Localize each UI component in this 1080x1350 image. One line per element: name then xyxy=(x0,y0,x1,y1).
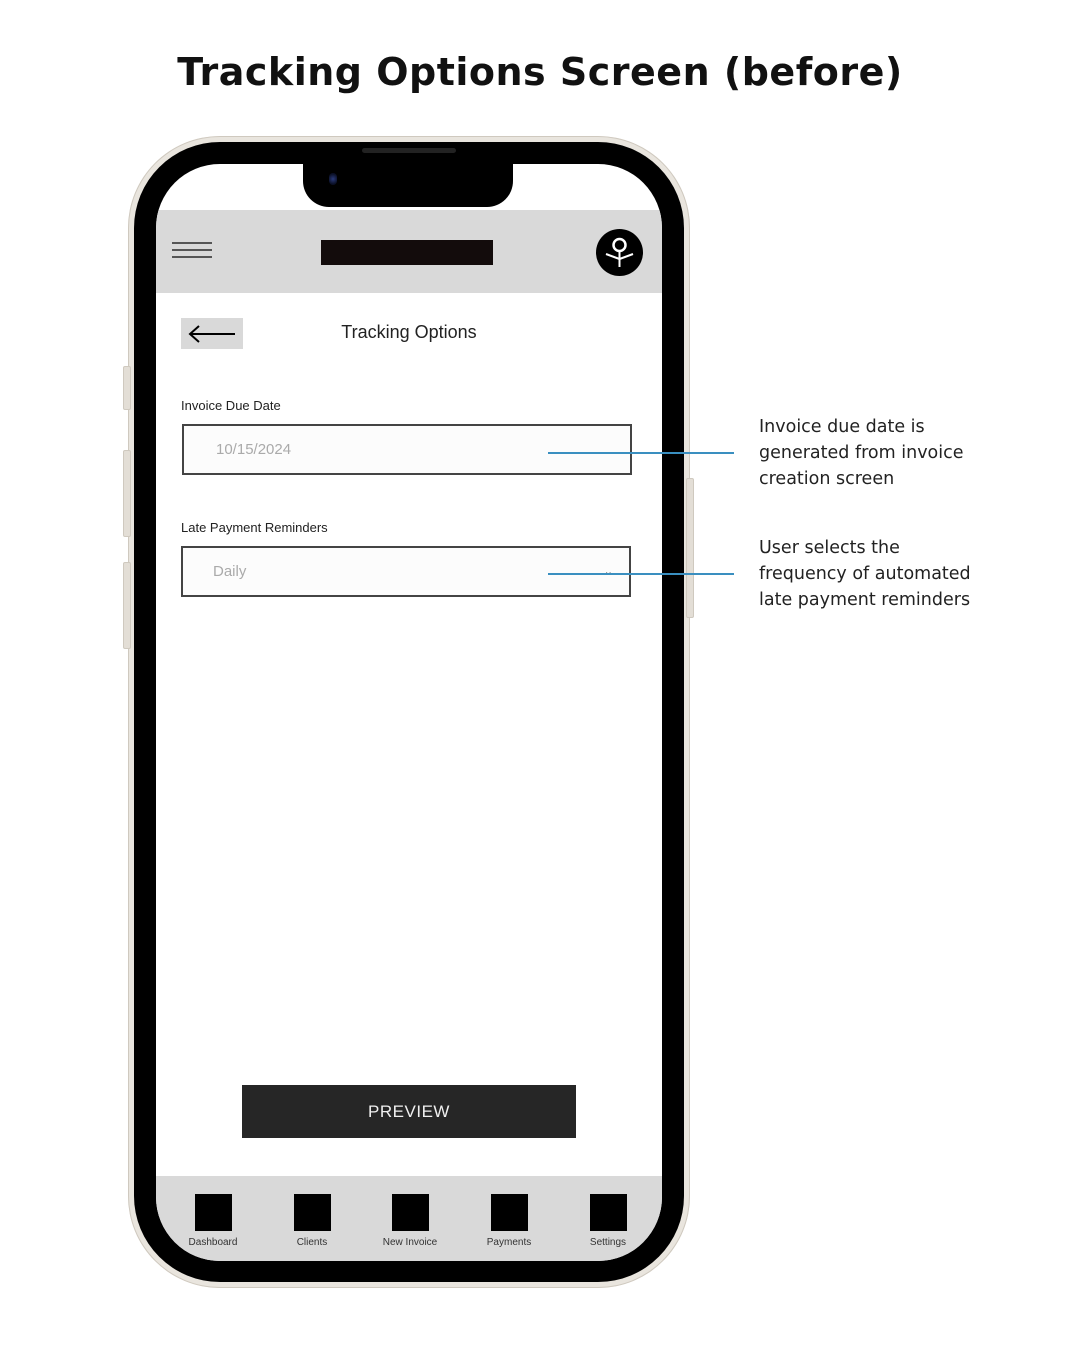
tab-label: Clients xyxy=(296,1237,328,1248)
preview-button[interactable]: PREVIEW xyxy=(242,1085,576,1138)
annotation-leader-line xyxy=(548,573,734,575)
annotation-line: frequency of automated xyxy=(759,564,971,584)
annotation-line: Invoice due date is xyxy=(759,417,925,437)
annotation-line: late payment reminders xyxy=(759,590,971,610)
tree-logo-icon[interactable] xyxy=(596,229,643,276)
payments-icon xyxy=(490,1194,528,1231)
due-date-label: Invoice Due Date xyxy=(181,398,281,413)
reminders-select[interactable]: Daily ⌄ xyxy=(181,546,631,597)
reminders-value: Daily xyxy=(213,563,247,580)
dashboard-icon xyxy=(194,1194,232,1231)
annotation-line: generated from invoice xyxy=(759,443,964,463)
tab-dashboard[interactable]: Dashboard xyxy=(173,1194,253,1248)
annotation-line: User selects the xyxy=(759,538,900,558)
phone-screen: Tracking Options Invoice Due Date 10/15/… xyxy=(156,164,662,1261)
chevron-down-icon: ⌄ xyxy=(603,566,613,578)
reminders-label: Late Payment Reminders xyxy=(181,520,328,535)
tab-clients[interactable]: Clients xyxy=(272,1194,352,1248)
side-button-volume-down xyxy=(123,562,131,649)
annotation-reminders: User selects the frequency of automated … xyxy=(759,535,1059,613)
bottom-tab-bar: Dashboard Clients New Invoice Payments S… xyxy=(156,1176,662,1261)
hamburger-icon[interactable] xyxy=(172,242,212,260)
logo-placeholder xyxy=(321,240,493,265)
screen-title: Tracking Options xyxy=(341,322,477,342)
clients-icon xyxy=(293,1194,331,1231)
due-date-field[interactable]: 10/15/2024 xyxy=(182,424,632,475)
due-date-value: 10/15/2024 xyxy=(216,441,292,458)
settings-icon xyxy=(589,1194,627,1231)
tab-new-invoice[interactable]: New Invoice xyxy=(370,1194,450,1248)
tab-label: Payments xyxy=(486,1237,532,1248)
new-invoice-icon xyxy=(391,1194,429,1231)
tab-label: New Invoice xyxy=(382,1237,438,1248)
side-button-mute xyxy=(123,366,131,410)
tab-label: Dashboard xyxy=(188,1237,238,1248)
app-header xyxy=(156,210,662,293)
annotation-line: creation screen xyxy=(759,469,895,489)
annotation-due-date: Invoice due date is generated from invoi… xyxy=(759,414,1059,492)
tab-label: Settings xyxy=(589,1237,627,1248)
phone-speaker xyxy=(362,148,456,153)
annotation-leader-line xyxy=(548,452,734,454)
side-button-volume-up xyxy=(123,450,131,537)
side-button-power xyxy=(686,478,694,618)
camera-icon xyxy=(329,173,337,185)
tab-payments[interactable]: Payments xyxy=(469,1194,549,1248)
page-title: Tracking Options Screen (before) xyxy=(177,50,903,94)
tab-settings[interactable]: Settings xyxy=(568,1194,648,1248)
